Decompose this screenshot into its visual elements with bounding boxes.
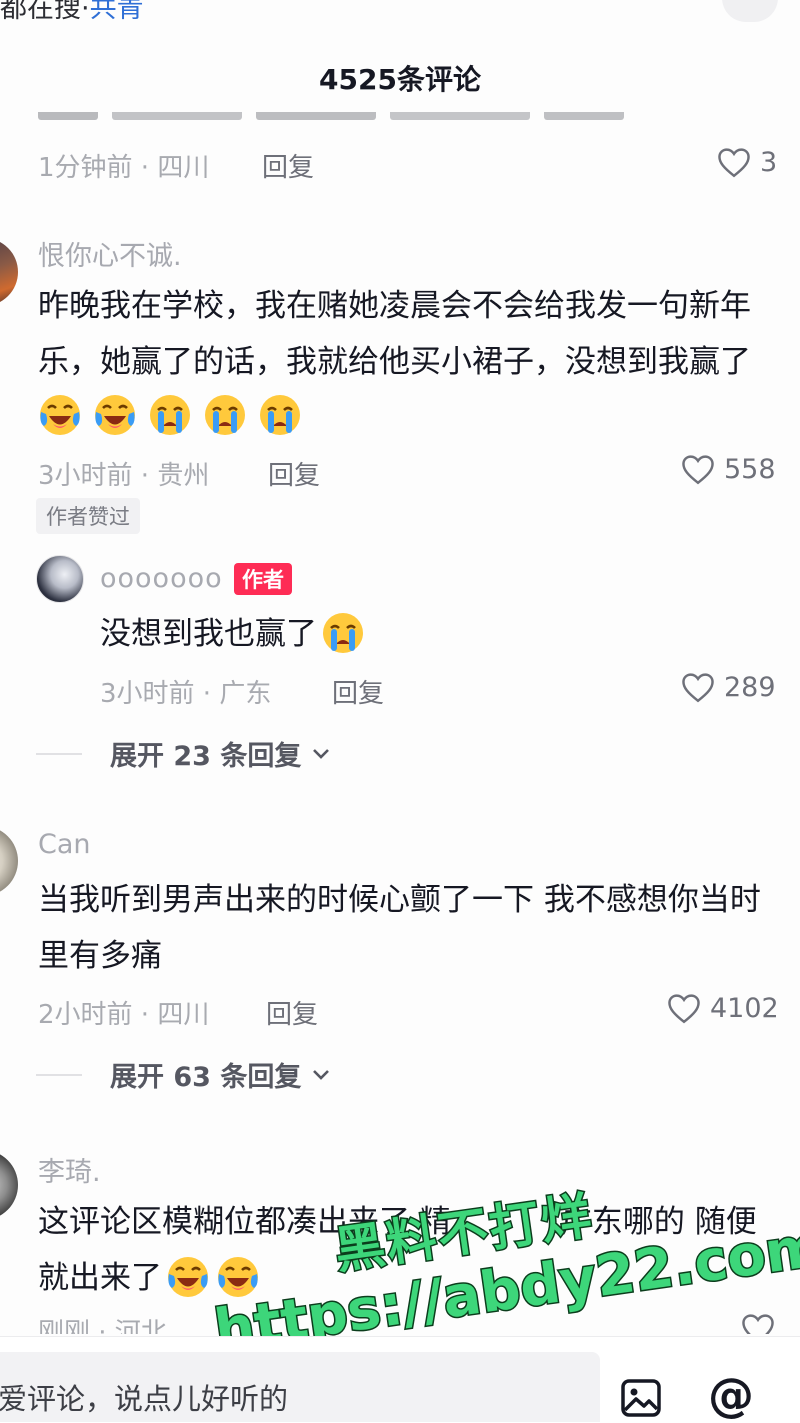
comment-meta: 3小时前 · 贵州 (38, 461, 210, 491)
heart-icon (668, 994, 700, 1024)
like-button[interactable]: 558 (680, 453, 776, 485)
comment-meta-text: 刚刚 · 河北 (38, 1318, 167, 1334)
expand-replies-label: 展开 63 条回复 (110, 1062, 302, 1093)
comment-text-line: 里有多痛 (38, 938, 162, 974)
avatar[interactable] (0, 826, 18, 896)
avatar[interactable] (0, 238, 18, 306)
author-tag: 作者 (234, 563, 292, 595)
reply-text: 没想到我也赢了 (100, 606, 790, 662)
like-button[interactable]: 289 (680, 671, 776, 703)
reply-button[interactable]: 回复 (268, 455, 320, 492)
search-hint-text: 都在搜· (0, 0, 90, 24)
cut-comment-text (38, 112, 678, 124)
divider (36, 1073, 82, 1076)
like-count: 4102 (710, 992, 779, 1024)
like-button[interactable]: 4102 (666, 992, 779, 1024)
like-button[interactable]: 3 (716, 146, 777, 178)
crying-emoji-icon (150, 395, 191, 435)
mention-icon[interactable]: @ (708, 1372, 754, 1418)
search-hint-link[interactable]: 共青 (90, 0, 144, 24)
close-button[interactable] (722, 0, 778, 22)
avatar[interactable] (36, 555, 84, 603)
crying-emoji-icon (323, 612, 363, 653)
reply-button[interactable]: 回复 (262, 147, 314, 184)
username[interactable]: 恨你心不诚. (38, 234, 182, 273)
expand-replies-button[interactable]: 展开 63 条回复 (36, 1055, 331, 1094)
laugh-cry-emoji-icon (168, 1256, 208, 1297)
comment-input-placeholder: 爱评论，说点儿好听的 (0, 1382, 289, 1416)
chevron-down-icon (313, 748, 330, 759)
expand-replies-label: 展开 23 条回复 (110, 741, 302, 772)
search-hint[interactable]: 都在搜·共青 (0, 0, 144, 25)
emoji-row (38, 393, 308, 437)
heart-icon (682, 673, 714, 703)
heart-icon (718, 148, 750, 178)
like-count: 3 (760, 146, 778, 178)
crying-emoji-icon (260, 395, 301, 435)
comment-text-line: 乐，她赢了的话，我就给他买小裙子，没想到我赢了 (38, 344, 751, 380)
crying-emoji-icon (205, 395, 246, 435)
author-liked-badge: 作者赞过 (36, 498, 140, 534)
comment-text-line: 昨晚我在学校，我在赌她凌晨会不会给我发一句新年 (38, 288, 751, 324)
reply-meta: 3小时前 · 广东 (100, 679, 272, 709)
divider (36, 752, 82, 755)
chevron-down-icon (313, 1069, 330, 1080)
image-icon[interactable] (620, 1378, 662, 1418)
heart-icon (682, 455, 714, 485)
laugh-cry-emoji-icon (95, 395, 136, 435)
username[interactable]: Can (38, 829, 91, 860)
reply-button[interactable]: 回复 (266, 994, 318, 1031)
comments-count-title: 4525条评论 (319, 63, 481, 96)
username[interactable]: ooooooo (100, 563, 223, 594)
reply-text-content: 没想到我也赢了 (100, 616, 317, 652)
comment-text-part: 就出来了 (38, 1260, 162, 1296)
comment-input[interactable]: 爱评论，说点儿好听的 (0, 1352, 600, 1422)
avatar[interactable] (0, 1150, 18, 1220)
comment-meta: 刚刚 · 河北 (38, 1312, 167, 1334)
username[interactable]: 李琦. (38, 1150, 101, 1189)
expand-replies-button[interactable]: 展开 23 条回复 (36, 734, 331, 773)
comment-text-line: 当我听到男声出来的时候心颤了一下 我不感想你当时 (38, 882, 761, 918)
comment-meta: 2小时前 · 四川 (38, 1000, 210, 1030)
laugh-cry-emoji-icon (40, 395, 80, 435)
reply-button[interactable]: 回复 (332, 673, 384, 710)
like-count: 558 (724, 453, 776, 485)
like-count: 289 (724, 671, 776, 703)
comment-meta: 1分钟前 · 四川 (38, 153, 210, 183)
